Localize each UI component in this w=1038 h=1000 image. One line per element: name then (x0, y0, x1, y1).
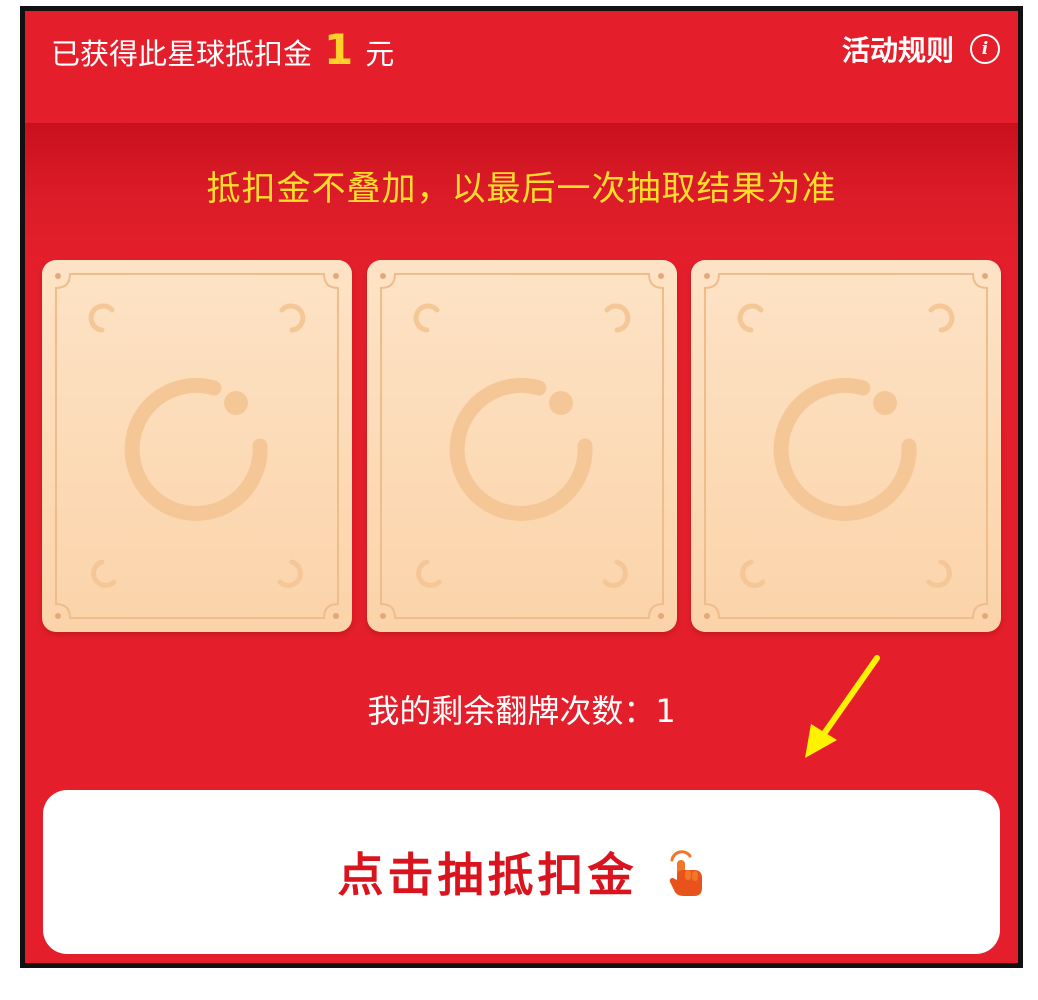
flip-card-2[interactable] (367, 260, 677, 632)
activity-rules-link[interactable]: 活动规则 i (842, 29, 1000, 69)
earned-unit: 元 (365, 37, 395, 71)
draw-deduction-button[interactable]: 点击抽抵扣金 (43, 790, 1000, 954)
activity-rules-label: 活动规则 (841, 34, 954, 67)
earned-summary: 已获得此星球抵扣金 1 元 (51, 29, 394, 73)
flip-card-3[interactable] (691, 260, 1001, 632)
earned-amount: 1 (324, 25, 354, 74)
ring-logo-icon (380, 273, 664, 619)
draw-button-label: 点击抽抵扣金 (337, 848, 638, 902)
earned-prefix: 已获得此星球抵扣金 (51, 37, 313, 71)
annotation-arrow-icon (805, 655, 880, 758)
flip-card-panel: 抵扣金不叠加，以最后一次抽取结果为准 我的剩余翻牌次数：1 点击抽抵扣金 (25, 123, 1018, 963)
app-frame: 已获得此星球抵扣金 1 元 活动规则 i 抵扣金不叠加，以最后一次抽取结果为准 (20, 6, 1023, 968)
header-bar: 已获得此星球抵扣金 1 元 活动规则 i (25, 11, 1018, 123)
flip-card-1[interactable] (42, 260, 352, 632)
ring-logo-icon (704, 273, 988, 619)
ring-logo-icon (55, 273, 339, 619)
notice-text: 抵扣金不叠加，以最后一次抽取结果为准 (206, 169, 837, 209)
info-icon: i (970, 34, 1000, 64)
hand-pointer-icon (669, 850, 702, 896)
